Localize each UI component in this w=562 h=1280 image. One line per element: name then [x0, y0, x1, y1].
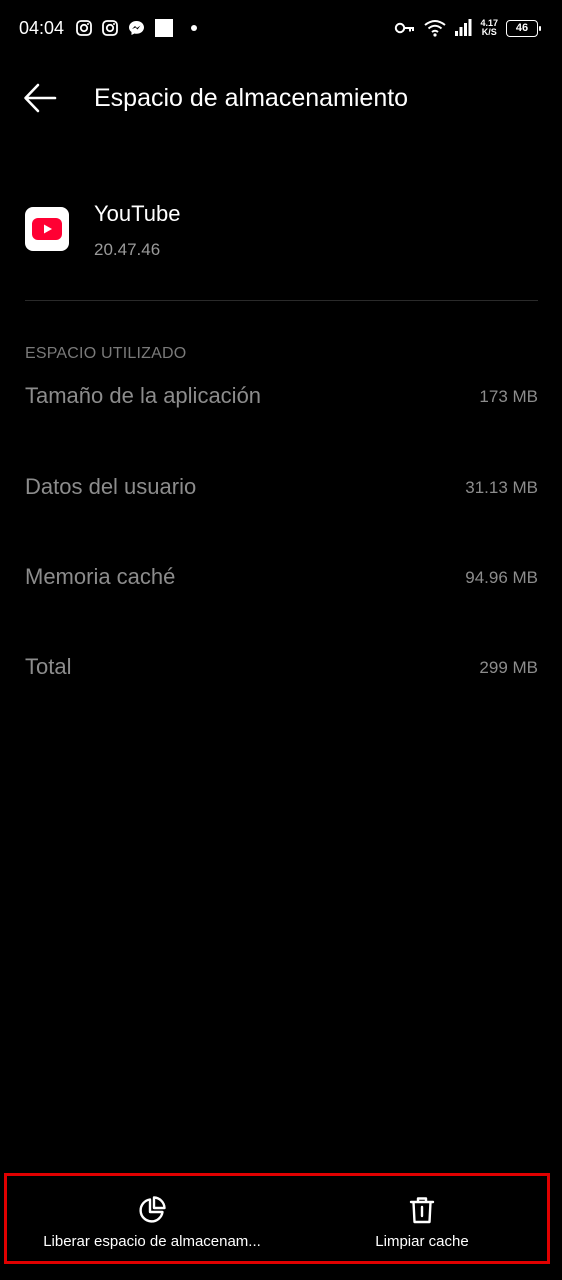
app-version: 20.47.46: [94, 240, 161, 259]
page-title: Espacio de almacenamiento: [94, 84, 409, 112]
instagram-icon: [76, 20, 92, 36]
system-icons: 4.17 K/S 46: [394, 16, 541, 40]
notification-icons: [76, 18, 201, 38]
storage-row-cache: Memoria caché 94.96 MB: [25, 552, 538, 602]
wifi-icon: [424, 20, 447, 37]
row-label: Tamaño de la aplicación: [25, 383, 262, 408]
row-value: 173 MB: [479, 387, 538, 406]
back-button[interactable]: [22, 80, 66, 116]
bottom-action-bar: Liberar espacio de almacenam... Limpiar …: [4, 1173, 550, 1264]
row-value: 299 MB: [479, 658, 538, 677]
messenger-icon: [129, 21, 144, 35]
row-value: 94.96 MB: [465, 568, 538, 587]
signal-icon: [455, 19, 472, 36]
section-header: ESPACIO UTILIZADO: [25, 345, 187, 362]
square-icon: [155, 19, 173, 37]
storage-row-user-data: Datos del usuario 31.13 MB: [25, 462, 538, 512]
battery-indicator: 46: [506, 19, 541, 37]
trash-icon: [409, 1197, 435, 1224]
status-bar: 04:04 4.17 K/S 46: [0, 0, 562, 56]
battery-level: 46: [515, 22, 529, 34]
row-label: Memoria caché: [25, 564, 176, 589]
row-label: Datos del usuario: [25, 474, 197, 499]
storage-row-app-size: Tamaño de la aplicación 173 MB: [25, 371, 538, 421]
row-label: Total: [25, 654, 72, 679]
free-space-label: Liberar espacio de almacenam...: [43, 1233, 261, 1250]
key-icon: [395, 22, 415, 34]
pie-chart-icon: [139, 1196, 166, 1223]
instagram-icon: [102, 20, 118, 36]
storage-row-total: Total 299 MB: [25, 642, 538, 692]
dot-icon: [191, 25, 197, 31]
clear-cache-button[interactable]: Limpiar cache: [297, 1176, 547, 1261]
network-speed-unit: K/S: [481, 27, 497, 37]
arrow-left-icon: [24, 83, 57, 113]
app-bar: Espacio de almacenamiento: [0, 70, 562, 126]
youtube-icon: [25, 207, 69, 251]
network-speed: 4.17 K/S: [480, 19, 498, 37]
free-space-button[interactable]: Liberar espacio de almacenam...: [7, 1176, 297, 1261]
status-time: 04:04: [19, 18, 65, 38]
row-value: 31.13 MB: [465, 478, 538, 497]
clear-cache-label: Limpiar cache: [375, 1233, 469, 1250]
app-name: YouTube: [94, 201, 181, 226]
divider: [25, 300, 538, 301]
